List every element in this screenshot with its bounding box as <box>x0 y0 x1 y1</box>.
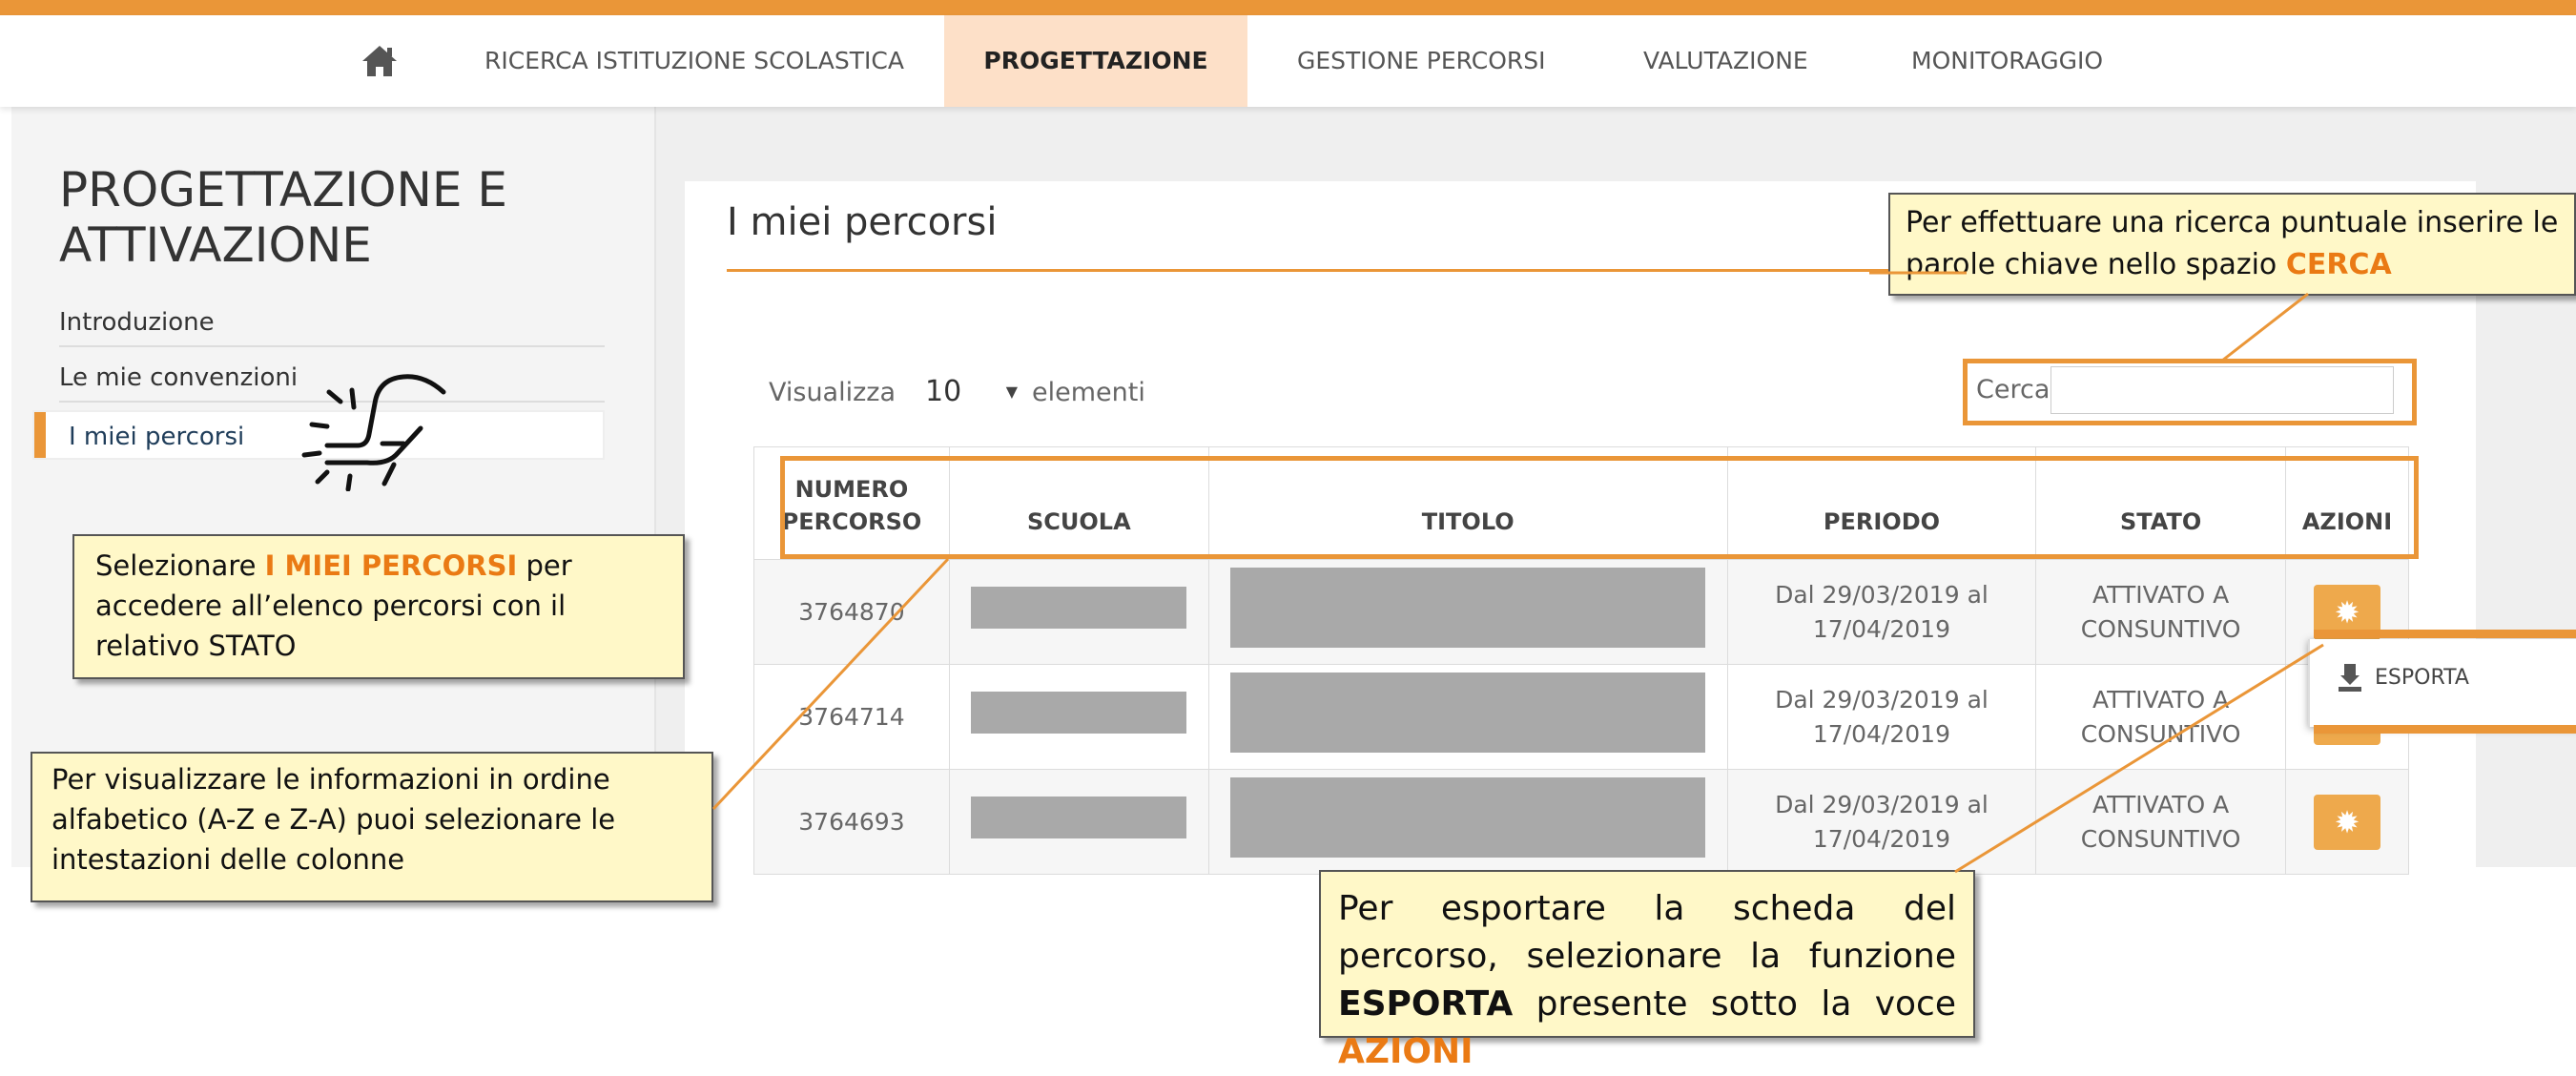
actions-dropdown: ESPORTA <box>2308 639 2576 727</box>
cell-numero: 3764870 <box>753 559 950 665</box>
dropdown-highlight-bottom <box>2314 725 2576 734</box>
cell-titolo <box>1207 664 1728 770</box>
sidebar-title: PROGETTAZIONE E ATTIVAZIONE <box>59 162 507 273</box>
callout-export: Per esportare la scheda del percorso, se… <box>1319 870 1975 1071</box>
table-row: 3764870 Dal 29/03/2019 al 17/04/2019 ATT… <box>753 559 2409 665</box>
page-size-suffix: elementi <box>1032 378 1145 407</box>
callout-sidebar: Selezionare I MIEI PERCORSI per accedere… <box>72 534 685 679</box>
top-accent-strip <box>0 0 2576 15</box>
callout-export-strong: ESPORTA <box>1338 984 1514 1024</box>
cell-periodo: Dal 29/03/2019 al 17/04/2019 <box>1726 769 2037 875</box>
cell-scuola <box>948 769 1209 875</box>
esporta-menu-item[interactable]: ESPORTA <box>2375 666 2469 690</box>
redacted-block <box>1230 776 1706 858</box>
cell-scuola <box>948 664 1209 770</box>
cell-periodo: Dal 29/03/2019 al 17/04/2019 <box>1726 664 2037 770</box>
callout-sort: Per visualizzare le informazioni in ordi… <box>31 752 713 902</box>
title-underline <box>727 269 1967 272</box>
cell-titolo <box>1207 769 1728 875</box>
page-size-select[interactable]: 10 ▼ <box>916 368 1025 416</box>
callout-search-text: Per effettuare una ricerca puntuale inse… <box>1906 206 2559 281</box>
cell-scuola <box>948 559 1209 665</box>
header-highlight-box <box>780 456 2419 559</box>
chevron-down-icon: ▼ <box>1005 383 1018 401</box>
page-size-label: Visualizza <box>769 378 896 407</box>
search-highlight-box <box>1963 359 2417 425</box>
home-icon[interactable] <box>361 44 399 78</box>
cell-stato: ATTIVATO A CONSUNTIVO <box>2035 559 2287 665</box>
nav-ricerca-istituzione[interactable]: RICERCA ISTITUZIONE SCOLASTICA <box>484 15 904 107</box>
export-icon <box>2339 664 2361 692</box>
sidebar-item-introduzione[interactable]: Introduzione <box>59 298 605 347</box>
redacted-block <box>971 586 1187 629</box>
cell-azioni: ✹ <box>2285 769 2409 875</box>
redacted-block <box>1230 567 1706 648</box>
callout-sidebar-highlight: I MIEI PERCORSI <box>264 549 518 582</box>
redacted-block <box>971 691 1187 734</box>
nav-valutazione[interactable]: VALUTAZIONE <box>1643 15 1808 107</box>
cell-periodo: Dal 29/03/2019 al 17/04/2019 <box>1726 559 2037 665</box>
callout-search-highlight: CERCA <box>2285 248 2392 281</box>
gear-icon[interactable]: ✹ <box>2314 794 2381 850</box>
callout-search: Per effettuare una ricerca puntuale inse… <box>1888 193 2576 296</box>
nav-progettazione[interactable]: PROGETTAZIONE <box>944 15 1247 107</box>
nav-monitoraggio[interactable]: MONITORAGGIO <box>1911 15 2103 107</box>
redacted-block <box>1230 672 1706 753</box>
callout-export-prefix: Per esportare la scheda del percorso, se… <box>1338 889 1956 976</box>
cell-stato: ATTIVATO A CONSUNTIVO <box>2035 664 2287 770</box>
dropdown-highlight-top <box>2314 630 2576 638</box>
cell-numero: 3764693 <box>753 769 950 875</box>
cell-titolo <box>1207 559 1728 665</box>
page-size-value: 10 <box>925 375 962 408</box>
table-row: 3764693 Dal 29/03/2019 al 17/04/2019 ATT… <box>753 769 2409 875</box>
table-row: 3764714 Dal 29/03/2019 al 17/04/2019 ATT… <box>753 664 2409 770</box>
page-title: I miei percorsi <box>727 200 998 244</box>
callout-sort-text: Per visualizzare le informazioni in ordi… <box>52 763 616 876</box>
nav-gestione-percorsi[interactable]: GESTIONE PERCORSI <box>1297 15 1546 107</box>
active-indicator <box>34 412 46 458</box>
callout-sidebar-prefix: Selezionare <box>95 549 265 582</box>
callout-export-middle: presente sotto la voce <box>1513 984 1956 1024</box>
cell-numero: 3764714 <box>753 664 950 770</box>
cell-stato: ATTIVATO A CONSUNTIVO <box>2035 769 2287 875</box>
redacted-block <box>971 796 1187 838</box>
callout-export-highlight: AZIONI <box>1338 1032 1473 1071</box>
hand-pointer-icon <box>301 374 446 491</box>
top-navbar: RICERCA ISTITUZIONE SCOLASTICA PROGETTAZ… <box>0 15 2576 107</box>
sidebar-item-label: I miei percorsi <box>69 423 245 451</box>
